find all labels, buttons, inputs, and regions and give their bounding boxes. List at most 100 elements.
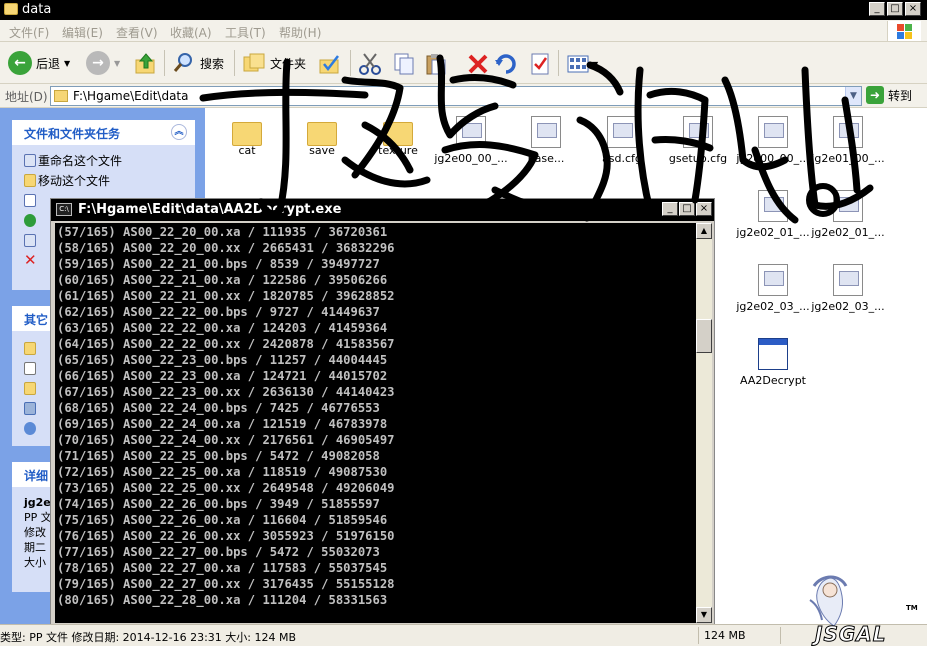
file-tasks-header[interactable]: 文件和文件夹任务 ︽ (12, 120, 195, 145)
file-item-label: jg2e02_03_... (811, 300, 885, 313)
file-item-label: AA2Decrypt (740, 374, 806, 387)
console-window[interactable]: C:\ F:\Hgame\Edit\data\AA2Decrypt.exe _ … (50, 198, 715, 626)
file-item[interactable]: jg2e02_01_... (735, 190, 811, 239)
file-icon (531, 116, 561, 148)
chevron-down-icon[interactable]: ▼ (592, 60, 598, 69)
console-icon: C:\ (56, 203, 72, 216)
forward-button[interactable]: → ▼ (86, 50, 120, 76)
views-icon[interactable] (566, 52, 590, 76)
console-output[interactable]: (57/165) AS00_22_20_00.xa / 111935 / 367… (55, 223, 696, 623)
menu-view[interactable]: 查看(V) (116, 24, 158, 41)
console-line: (57/165) AS00_22_20_00.xa / 111935 / 367… (57, 225, 388, 239)
file-item[interactable]: jg2e00_00_... (735, 116, 811, 165)
file-item[interactable]: jg2e02_03_... (735, 264, 811, 313)
menu-tools[interactable]: 工具(T) (225, 24, 266, 41)
console-scrollbar[interactable]: ▲ ▼ (696, 223, 712, 623)
file-item-folder[interactable]: texture (360, 116, 436, 157)
close-button[interactable]: × (905, 2, 921, 16)
file-icon (683, 116, 713, 148)
file-item-label: asd.cfg (602, 152, 642, 165)
folders-label: 文件夹 (270, 56, 307, 71)
go-button[interactable]: ➜ 转到 (866, 86, 912, 104)
file-item-label: jg2e02_01_... (811, 226, 885, 239)
file-item[interactable]: jg2e02_01_... (810, 190, 886, 239)
window-title: data (22, 2, 52, 17)
copy-icon[interactable] (392, 52, 416, 76)
task-move[interactable]: 移动这个文件 (12, 171, 195, 191)
console-line: (67/165) AS00_22_23_00.xx / 2636130 / 44… (57, 385, 395, 399)
console-line: (74/165) AS00_22_26_00.bps / 3949 / 5185… (57, 497, 380, 511)
address-input[interactable]: F:\Hgame\Edit\data ▼ (50, 86, 862, 106)
file-icon (758, 190, 788, 222)
console-minimize-button[interactable]: _ (662, 202, 678, 216)
menu-help[interactable]: 帮助(H) (279, 24, 321, 41)
search-button[interactable]: 搜索 (172, 50, 224, 76)
console-line: (78/165) AS00_22_27_00.xa / 117583 / 550… (57, 561, 388, 575)
menu-favorites[interactable]: 收藏(A) (170, 24, 212, 41)
folder-icon (4, 3, 18, 15)
console-line: (76/165) AS00_22_26_00.xx / 3055923 / 51… (57, 529, 395, 543)
delete-icon[interactable] (466, 52, 490, 76)
file-icon (833, 116, 863, 148)
menu-file[interactable]: 文件(F) (9, 24, 49, 41)
console-line: (59/165) AS00_22_21_00.bps / 8539 / 3949… (57, 257, 380, 271)
minimize-button[interactable]: _ (869, 2, 885, 16)
forward-arrow-icon: → (86, 51, 110, 75)
address-label: 地址(D) (5, 90, 48, 104)
console-close-button[interactable]: × (696, 202, 712, 216)
scroll-up-icon[interactable]: ▲ (696, 223, 712, 239)
file-item[interactable]: base... (508, 116, 584, 165)
file-item-app[interactable]: AA2Decrypt (735, 338, 811, 387)
file-item-label: jg2e00_00_... (736, 152, 810, 165)
chevron-down-icon: ▼ (64, 58, 71, 68)
console-line: (58/165) AS00_22_20_00.xx / 2665431 / 36… (57, 241, 395, 255)
console-line: (60/165) AS00_22_21_00.xa / 122586 / 395… (57, 273, 388, 287)
console-line: (64/165) AS00_22_22_00.xx / 2420878 / 41… (57, 337, 395, 351)
file-item[interactable]: gsetup.cfg (660, 116, 736, 165)
task-rename[interactable]: 重命名这个文件 (12, 151, 195, 171)
cut-icon[interactable] (358, 52, 382, 76)
menu-bar: 文件(F) 编辑(E) 查看(V) 收藏(A) 工具(T) 帮助(H) (0, 20, 927, 42)
file-item[interactable]: jg2e01_00_... (810, 116, 886, 165)
file-item[interactable]: jg2e00_00_... (433, 116, 509, 165)
move-to-folder-icon[interactable] (318, 52, 342, 76)
shared-folder-icon (24, 382, 36, 395)
file-item[interactable]: asd.cfg (584, 116, 660, 165)
file-item-folder[interactable]: cat (209, 116, 285, 157)
folders-button[interactable]: 文件夹 (242, 50, 306, 76)
collapse-icon[interactable]: ︽ (171, 124, 187, 140)
paste-icon[interactable] (424, 52, 448, 76)
file-item-label: base... (527, 152, 565, 165)
chevron-down-icon[interactable]: ▼ (845, 87, 861, 105)
copy-file-icon (24, 194, 36, 207)
undo-icon[interactable] (494, 52, 518, 76)
file-item[interactable]: jg2e02_03_... (810, 264, 886, 313)
console-line: (61/165) AS00_22_21_00.xx / 1820785 / 39… (57, 289, 395, 303)
up-folder-icon[interactable] (134, 52, 158, 76)
console-title-bar[interactable]: C:\ F:\Hgame\Edit\data\AA2Decrypt.exe _ … (51, 199, 714, 221)
go-arrow-icon: ➜ (866, 86, 884, 104)
console-maximize-button[interactable]: □ (679, 202, 695, 216)
file-item-folder[interactable]: save (284, 116, 360, 157)
email-icon (24, 234, 36, 247)
file-item-label: jg2e02_01_... (736, 226, 810, 239)
file-icon (833, 190, 863, 222)
properties-icon[interactable] (528, 52, 552, 76)
file-item-label: jg2e00_00_... (434, 152, 508, 165)
console-line: (70/165) AS00_22_24_00.xx / 2176561 / 46… (57, 433, 395, 447)
back-label: 后退 (36, 56, 61, 71)
console-line: (79/165) AS00_22_27_00.xx / 3176435 / 55… (57, 577, 395, 591)
network-icon (24, 422, 36, 435)
scroll-down-icon[interactable]: ▼ (696, 607, 712, 623)
other-places-title: 其它 (24, 313, 49, 327)
maximize-button[interactable]: □ (887, 2, 903, 16)
details-title: 详细 (24, 469, 49, 483)
status-divider (780, 627, 781, 644)
rename-icon (24, 154, 36, 167)
back-button[interactable]: ← 后退 ▼ (8, 50, 70, 76)
menu-edit[interactable]: 编辑(E) (62, 24, 103, 41)
folder-icon (307, 122, 337, 146)
scroll-thumb[interactable] (696, 319, 712, 353)
status-info: 类型: PP 文件 修改日期: 2014-12-16 23:31 大小: 124… (0, 631, 297, 644)
globe-icon (24, 214, 36, 227)
